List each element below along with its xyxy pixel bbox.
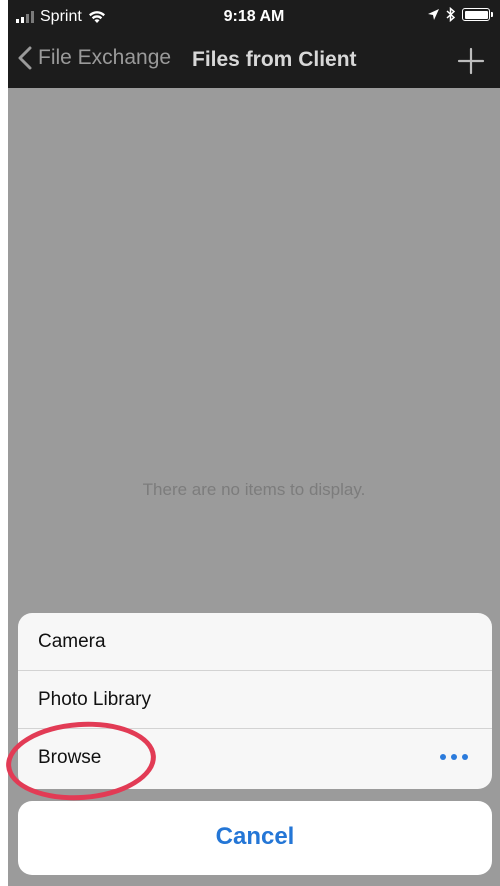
camera-option[interactable]: Camera — [18, 613, 492, 671]
ellipsis-icon — [440, 754, 468, 760]
cancel-button[interactable]: Cancel — [18, 801, 492, 875]
nav-bar: File Exchange Files from Client — [8, 34, 500, 88]
bluetooth-icon — [446, 7, 456, 22]
browse-label: Browse — [38, 747, 102, 768]
photo-library-option[interactable]: Photo Library — [18, 671, 492, 729]
browse-option[interactable]: Browse — [18, 729, 492, 787]
status-right — [427, 7, 493, 22]
action-sheet: Camera Photo Library Browse — [18, 613, 492, 789]
empty-message: There are no items to display. — [142, 480, 366, 499]
status-bar: Sprint 9:18 AM — [8, 0, 500, 34]
screen: Sprint 9:18 AM File Exchange Files from … — [0, 0, 500, 886]
page-title: Files from Client — [192, 48, 357, 71]
cancel-label: Cancel — [215, 823, 295, 850]
back-label: File Exchange — [38, 46, 172, 69]
camera-label: Camera — [38, 631, 106, 652]
battery-icon — [462, 8, 493, 21]
location-icon — [428, 9, 439, 20]
plus-icon — [457, 47, 485, 75]
back-button[interactable]: File Exchange — [18, 46, 171, 70]
photo-library-label: Photo Library — [38, 689, 152, 710]
add-button[interactable] — [456, 46, 486, 76]
chevron-left-icon — [18, 46, 32, 70]
